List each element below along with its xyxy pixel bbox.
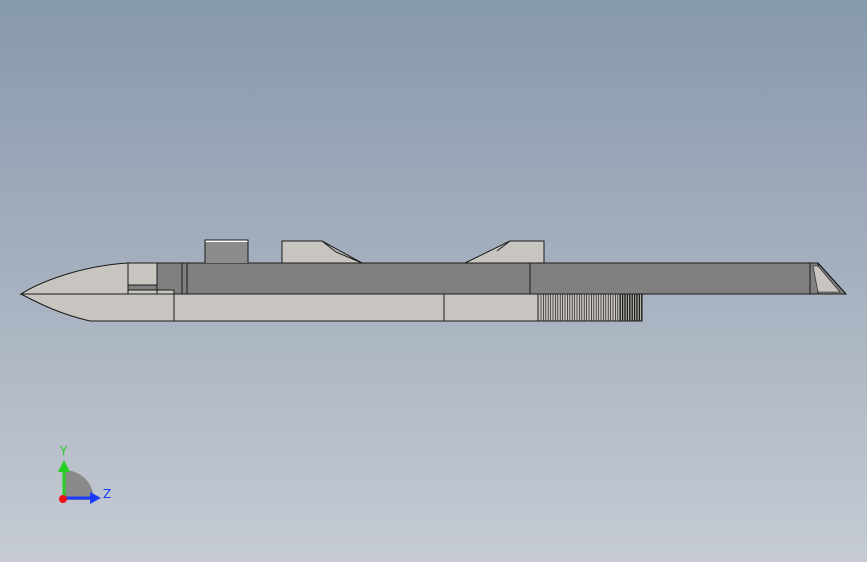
y-axis-label: Y	[59, 444, 68, 458]
y-axis-arrow	[58, 460, 70, 472]
graphics-viewport[interactable]: Y Z	[0, 0, 867, 562]
rear-fin	[464, 240, 545, 264]
nose-cone-shape	[19, 262, 129, 295]
main-body-upper	[127, 262, 811, 295]
z-axis-arrow	[90, 492, 101, 504]
lower-body	[173, 293, 643, 322]
front-fin	[281, 240, 363, 264]
ribbed-grip	[537, 293, 643, 322]
triad-arc	[64, 470, 94, 500]
coordinate-triad: Y Z	[58, 444, 111, 504]
lower-body-section	[173, 293, 539, 322]
upper-body	[121, 262, 848, 295]
x-axis-dot	[59, 495, 67, 503]
top-features	[204, 239, 545, 264]
model-view[interactable]: Y Z	[0, 0, 867, 562]
z-axis-label: Z	[103, 487, 111, 501]
